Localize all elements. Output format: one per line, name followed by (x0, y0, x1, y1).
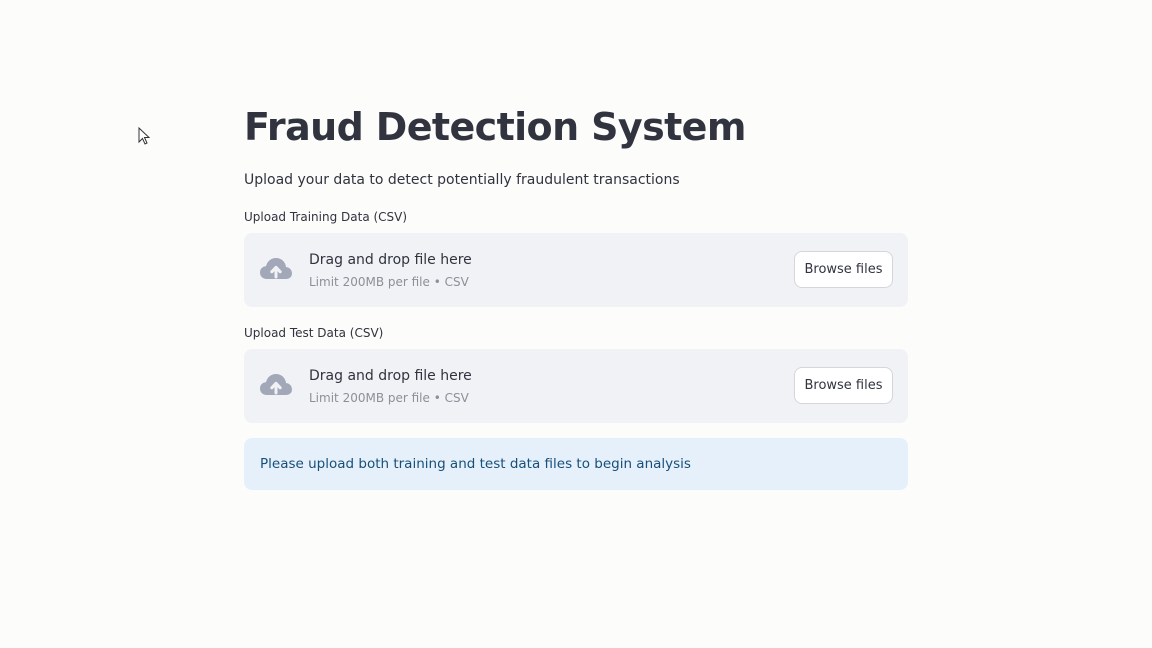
test-data-dropzone[interactable]: Drag and drop file here Limit 200MB per … (244, 349, 908, 423)
info-alert: Please upload both training and test dat… (244, 438, 908, 490)
training-dropzone-text: Drag and drop file here Limit 200MB per … (309, 250, 472, 291)
page-subtitle: Upload your data to detect potentially f… (244, 172, 680, 188)
training-data-dropzone[interactable]: Drag and drop file here Limit 200MB per … (244, 233, 908, 307)
drop-instruction: Drag and drop file here (309, 252, 472, 268)
drop-instruction: Drag and drop file here (309, 368, 472, 384)
file-limit-text: Limit 200MB per file • CSV (309, 275, 469, 289)
cloud-upload-icon (260, 374, 292, 395)
page-title: Fraud Detection System (244, 105, 746, 149)
test-upload-label: Upload Test Data (CSV) (244, 326, 384, 340)
training-upload-label: Upload Training Data (CSV) (244, 210, 408, 224)
browse-files-button-test[interactable]: Browse files (794, 367, 893, 404)
cloud-upload-icon (260, 258, 292, 279)
file-limit-text: Limit 200MB per file • CSV (309, 391, 469, 405)
test-dropzone-text: Drag and drop file here Limit 200MB per … (309, 366, 472, 407)
mouse-cursor-icon (138, 127, 150, 145)
browse-files-button-training[interactable]: Browse files (794, 251, 893, 288)
info-message: Please upload both training and test dat… (260, 456, 691, 472)
